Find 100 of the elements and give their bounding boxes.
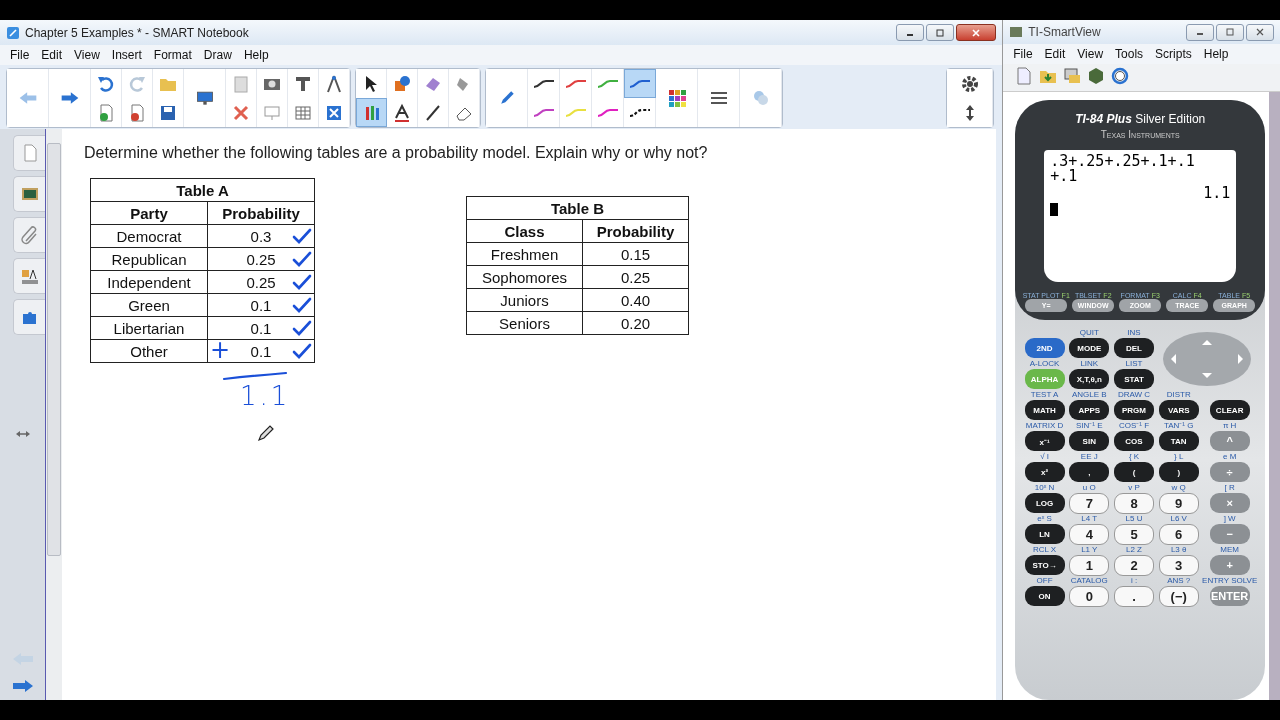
key-shift-label: eˣ S — [1037, 514, 1052, 524]
calculator-key[interactable]: x⁻¹ — [1024, 431, 1065, 451]
menu-item[interactable]: File — [1007, 47, 1039, 62]
settings-icon — [959, 73, 980, 94]
menu-item[interactable]: View — [1071, 47, 1110, 62]
calculator-key[interactable]: 8 — [1114, 493, 1154, 514]
table-cell: 0.15 — [582, 242, 689, 266]
calculator-key[interactable]: CLEAR — [1209, 400, 1250, 420]
calculator-key[interactable]: X,T,θ,n — [1069, 369, 1110, 389]
pen-cursor-icon — [256, 423, 276, 443]
key-shift-label: e M — [1222, 452, 1237, 462]
calculator-key[interactable]: 4 — [1069, 524, 1110, 545]
menu-item[interactable]: Edit — [1038, 47, 1072, 62]
table-cell: Libertarian — [90, 316, 208, 340]
resize-icon[interactable] — [15, 430, 31, 438]
select-arrow-button[interactable] — [356, 69, 387, 98]
menu-item[interactable]: Tools — [1109, 47, 1150, 62]
key-shift-label: TEST A — [1030, 390, 1059, 400]
calculator-key[interactable]: 2 — [1114, 555, 1154, 576]
key-shift-label: MEM — [1220, 545, 1239, 555]
scrollbar[interactable] — [45, 129, 62, 700]
menu-item[interactable]: Help — [1197, 47, 1235, 62]
attachments-tab[interactable] — [13, 217, 45, 253]
calculator-key[interactable]: APPS — [1069, 400, 1110, 420]
calculator-edition: Silver Edition — [1135, 112, 1206, 126]
key-shift-label: DISTR — [1166, 390, 1191, 400]
properties-tab[interactable] — [13, 258, 45, 294]
key-shift-label: ENTRY SOLVE — [1202, 576, 1258, 586]
table-cell: Sophomores — [466, 265, 583, 289]
menu-item[interactable]: Format — [147, 48, 198, 62]
question-text: Determine whether the following tables are a probability model. Explain why or why not? — [84, 144, 709, 162]
calculator-key[interactable]: , — [1069, 462, 1110, 482]
calculator-key[interactable]: 6 — [1158, 524, 1199, 545]
minimize-button[interactable] — [1186, 23, 1214, 41]
key-shift-label: A-LOCK — [1029, 359, 1060, 369]
next-page-icon[interactable] — [11, 678, 35, 694]
calculator-key[interactable]: PRGM — [1114, 400, 1154, 420]
key-shift-label: OFF — [1036, 576, 1053, 586]
calculator-key[interactable]: TAN — [1158, 431, 1199, 451]
column-header: Party — [90, 201, 208, 225]
compass-icon — [324, 73, 344, 94]
maximize-icon — [1225, 28, 1235, 37]
key-shift-label: TAN⁻¹ G — [1163, 421, 1194, 431]
calculator-key[interactable]: ON — [1024, 586, 1065, 606]
calculator-key[interactable]: LN — [1024, 524, 1065, 544]
key-shift-label: SIN⁻¹ E — [1076, 421, 1103, 431]
pen-color-button[interactable] — [624, 69, 656, 98]
menu-item[interactable]: File — [4, 48, 36, 62]
calculator-key[interactable]: ) — [1158, 462, 1199, 482]
calculator-key[interactable]: DEL — [1114, 338, 1154, 358]
maximize-icon — [935, 28, 946, 37]
close-button[interactable] — [1246, 23, 1274, 41]
paste-icon — [231, 73, 251, 94]
screen-result: 1.1 — [1203, 186, 1231, 201]
move-toolbar-button[interactable] — [947, 98, 994, 127]
table-cell: 0.25 — [246, 273, 276, 291]
table-cell: 0.1 — [250, 342, 272, 360]
table-cell: 0.3 — [250, 227, 272, 245]
key-shift-label: INS — [1127, 328, 1141, 338]
menu-item[interactable]: Draw — [197, 48, 238, 62]
calculator-key[interactable]: 0 — [1069, 586, 1110, 607]
handwritten-line — [222, 371, 288, 381]
calculator-key[interactable]: VARS — [1158, 400, 1199, 420]
calculator-key[interactable]: COS — [1114, 431, 1154, 451]
key-shift-label: ANS ? — [1167, 576, 1191, 586]
calculator-key[interactable]: 7 — [1069, 493, 1110, 514]
calculator-key[interactable]: MODE — [1069, 338, 1110, 358]
menu-item[interactable]: Edit — [35, 48, 69, 62]
key-shift-label: L6 V — [1170, 514, 1187, 524]
menu-item[interactable]: Insert — [105, 48, 148, 62]
minimize-button[interactable] — [896, 24, 925, 41]
settings-button[interactable] — [947, 69, 994, 98]
menu-item[interactable]: View — [68, 48, 106, 62]
calculator-key[interactable]: 2ND — [1024, 338, 1065, 358]
calculator-key[interactable]: 9 — [1158, 493, 1199, 514]
calculator-key[interactable]: STO→ — [1024, 555, 1065, 575]
gallery-tab[interactable] — [13, 176, 45, 212]
key-shift-label: w Q — [1171, 483, 1186, 493]
calculator-key[interactable]: . — [1114, 586, 1154, 607]
calculator-key[interactable]: 3 — [1158, 555, 1199, 576]
key-shift-label: 10ˣ N — [1034, 483, 1055, 493]
calculator-key[interactable]: SIN — [1069, 431, 1110, 451]
calculator-key[interactable]: (−) — [1158, 586, 1199, 607]
calculator-key[interactable]: ( — [1114, 462, 1154, 482]
calculator-key[interactable]: MATH — [1024, 400, 1065, 420]
table-cell: 0.40 — [582, 288, 689, 312]
calculator-key[interactable]: STAT — [1114, 369, 1154, 389]
menu-item[interactable]: Help — [237, 48, 275, 62]
key-shift-label: QUIT — [1079, 328, 1099, 338]
table-cell: Seniors — [466, 311, 583, 335]
handwritten-sum: 1.1 — [240, 381, 292, 411]
calculator-key[interactable]: 1 — [1069, 555, 1110, 576]
calculator-key[interactable]: 5 — [1114, 524, 1154, 545]
table-title: Table B — [466, 196, 689, 220]
close-button[interactable] — [956, 24, 997, 41]
add-ons-tab[interactable] — [13, 299, 45, 335]
calculator-key[interactable]: LOG — [1024, 493, 1065, 513]
menu-item[interactable]: Scripts — [1149, 47, 1198, 62]
cursor-block — [1050, 203, 1059, 216]
calculator-key[interactable]: x² — [1024, 462, 1065, 482]
